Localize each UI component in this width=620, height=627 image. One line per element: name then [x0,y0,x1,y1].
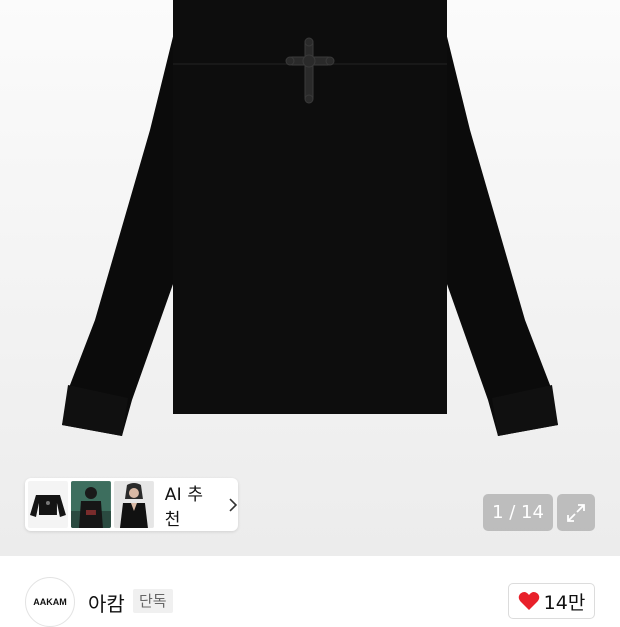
thumbnail-2[interactable] [70,481,111,528]
product-image-gallery[interactable]: AI 추천 1 / 14 [0,0,620,556]
thumbnail-1[interactable] [28,481,68,528]
exclusive-badge: 단독 [133,589,173,613]
brand-name[interactable]: 아캄 [88,588,125,617]
like-count: 14만 [543,591,586,614]
expand-button[interactable] [557,494,595,531]
heart-icon [518,592,539,610]
expand-icon [567,503,585,522]
product-image[interactable] [0,0,620,556]
thumbnail-3[interactable] [113,481,154,528]
ai-recommend-label: AI 추천 [164,484,204,530]
like-button[interactable]: 14만 [508,583,595,619]
brand-row: AAKAM 아캄 단독 14만 [0,556,620,627]
ai-recommend-button[interactable]: AI 추천 [25,478,238,531]
chevron-right-icon [229,497,238,512]
image-page-counter: 1 / 14 [483,494,553,531]
